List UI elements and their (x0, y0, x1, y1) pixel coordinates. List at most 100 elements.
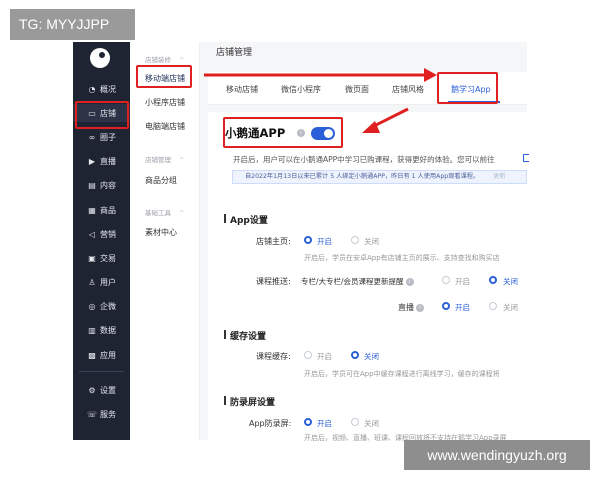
sidebar-item-user[interactable]: ♙ 用户 (73, 273, 130, 291)
sub-group-tools[interactable]: 基础工具 ^ (145, 207, 184, 217)
live-on-radio[interactable] (442, 302, 450, 310)
settings-icon: ⚙ (88, 385, 96, 395)
course-push-off-radio[interactable] (489, 276, 497, 284)
sidebar-item-label: 直播 (100, 156, 116, 166)
trade-icon: ▣ (88, 253, 96, 263)
tab-wechat-mini[interactable]: 微信小程序 (281, 84, 321, 95)
store-home-on-radio[interactable] (304, 236, 312, 244)
sidebar-item-label: 设置 (100, 385, 116, 395)
user-icon: ♙ (88, 277, 96, 287)
sidebar-item-label: 用户 (100, 277, 116, 287)
notice-banner: 自2022年1月13日以来已累计 5 人绑定小鹅通APP，昨日有 1 人使用Ap… (232, 170, 527, 184)
course-push-off-label[interactable]: 关闭 (503, 276, 518, 287)
course-cache-label: 课程缓存: (256, 352, 291, 361)
course-cache-off-label[interactable]: 关闭 (364, 351, 379, 362)
app-anti-off-radio[interactable] (351, 418, 359, 426)
data-icon: ▥ (88, 325, 96, 335)
sidebar-item-label: 圈子 (100, 132, 116, 142)
course-push-label: 课程推送: (256, 277, 291, 286)
course-cache-on-radio[interactable] (304, 351, 312, 359)
tab-store-style[interactable]: 店铺风格 (392, 84, 424, 95)
app-logo (90, 48, 110, 68)
sub-sidebar: 店铺装修 ^ 移动端店铺 小程序店铺 电脑端店铺 店铺管理 ^ 商品分组 基础工具 ^… (130, 42, 200, 440)
sidebar-item-data[interactable]: ▥ 数据 (73, 321, 130, 339)
page-title: 店铺管理 (216, 48, 253, 58)
section-cache: 缓存设置 (224, 329, 266, 342)
marketing-icon: ◁ (88, 229, 96, 239)
store-home-on-label[interactable]: 开启 (317, 236, 332, 247)
sub-item-material[interactable]: 素材中心 (145, 227, 177, 238)
sub-group-decoration[interactable]: 店铺装修 ^ (145, 54, 184, 64)
apps-icon: ▩ (88, 350, 96, 360)
app-description: 开启后，用户可以在小鹅通APP中学习已购课程，获得更好的体验。您可以前往 (233, 155, 495, 164)
annotation-box-tab (437, 72, 498, 104)
app-enable-toggle[interactable] (311, 127, 335, 140)
sub-item-mini-store[interactable]: 小程序店铺 (145, 97, 185, 108)
sidebar-item-label: 营销 (100, 229, 116, 239)
tab-micro-page[interactable]: 微页面 (345, 84, 369, 95)
wecom-icon: ◎ (88, 301, 96, 311)
course-cache-on-label[interactable]: 开启 (317, 351, 332, 362)
chevron-up-icon: ^ (179, 156, 185, 164)
store-home-label: 店铺主页: (256, 237, 291, 246)
sidebar-item-label: 商品 (100, 205, 116, 215)
app-anti-off-label[interactable]: 关闭 (364, 418, 379, 429)
sidebar-item-circle[interactable]: ∞ 圈子 (73, 128, 130, 146)
store-home-off-label[interactable]: 关闭 (364, 236, 379, 247)
live-off-radio[interactable] (489, 302, 497, 310)
watermark-top: TG: MYYJJPP (10, 9, 135, 40)
course-push-on-radio[interactable] (442, 276, 450, 284)
sidebar-item-live[interactable]: ▶ 直播 (73, 152, 130, 170)
chart-icon: ◔ (88, 84, 96, 94)
sidebar-item-label: 概况 (100, 84, 116, 94)
sidebar-item-apps[interactable]: ▩ 应用 (73, 346, 130, 364)
sidebar-item-label: 应用 (100, 350, 116, 360)
store-home-off-radio[interactable] (351, 236, 359, 244)
service-icon: ☏ (87, 409, 98, 419)
sidebar-item-goods[interactable]: ▦ 商品 (73, 201, 130, 219)
sidebar-item-marketing[interactable]: ◁ 营销 (73, 225, 130, 243)
sub-item-goods-group[interactable]: 商品分组 (145, 175, 177, 186)
watermark-bottom: www.wendingyuzh.org (404, 440, 590, 470)
goods-icon: ▦ (88, 205, 96, 215)
section-app-settings: App设置 (224, 213, 268, 226)
question-icon[interactable]: i (405, 278, 414, 286)
store-home-hint: 开启后，学员在安卓App有店铺主页的展示、支持查找和购买店 (304, 254, 500, 262)
section-anti-recording: 防录屏设置 (224, 395, 275, 408)
chevron-up-icon: ^ (179, 209, 185, 217)
sidebar-item-trade[interactable]: ▣ 交易 (73, 249, 130, 267)
sidebar-item-settings[interactable]: ⚙ 设置 (73, 381, 130, 399)
sidebar-item-wecom[interactable]: ◎ 企微 (73, 297, 130, 315)
content-icon: ▤ (88, 180, 96, 190)
info-icon[interactable]: i (297, 129, 305, 137)
circle-group-icon: ∞ (88, 132, 96, 142)
sidebar-item-service[interactable]: ☏ 服务 (73, 405, 130, 423)
sidebar-item-overview[interactable]: ◔ 概况 (73, 80, 130, 98)
live-off-label[interactable]: 关闭 (503, 302, 518, 313)
notice-link[interactable]: 更新 (493, 173, 505, 180)
course-cache-hint: 开启后，学员可在App中缓存课程进行离线学习，缓存的课程将 (304, 370, 500, 378)
desc-checkbox-edge (523, 154, 529, 162)
sidebar-item-content[interactable]: ▤ 内容 (73, 176, 130, 194)
app-anti-on-radio[interactable] (304, 418, 312, 426)
app-anti-label: App防录屏: (249, 419, 292, 428)
live-label: 直播 i (398, 302, 424, 313)
course-push-on-label[interactable]: 开启 (455, 276, 470, 287)
sidebar-item-label: 数据 (100, 325, 116, 335)
sidebar-divider (79, 371, 124, 372)
app-anti-on-label[interactable]: 开启 (317, 418, 332, 429)
sidebar-item-label: 交易 (100, 253, 116, 263)
course-cache-off-radio[interactable] (351, 351, 359, 359)
sidebar-item-label: 内容 (100, 180, 116, 190)
live-icon: ▶ (88, 156, 96, 166)
sidebar-item-label: 服务 (100, 409, 116, 419)
annotation-box-store (75, 101, 129, 129)
sub-group-management[interactable]: 店铺管理 ^ (145, 154, 184, 164)
question-icon[interactable]: i (416, 304, 424, 312)
course-push-text: 专栏/大专栏/会员课程更新提醒 i (301, 276, 414, 287)
sub-item-pc-store[interactable]: 电脑端店铺 (145, 121, 185, 132)
annotation-box-mobile-store (136, 65, 192, 88)
tab-mobile-store[interactable]: 移动店铺 (226, 84, 258, 95)
live-on-label[interactable]: 开启 (455, 302, 470, 313)
sidebar-item-label: 企微 (100, 301, 116, 311)
